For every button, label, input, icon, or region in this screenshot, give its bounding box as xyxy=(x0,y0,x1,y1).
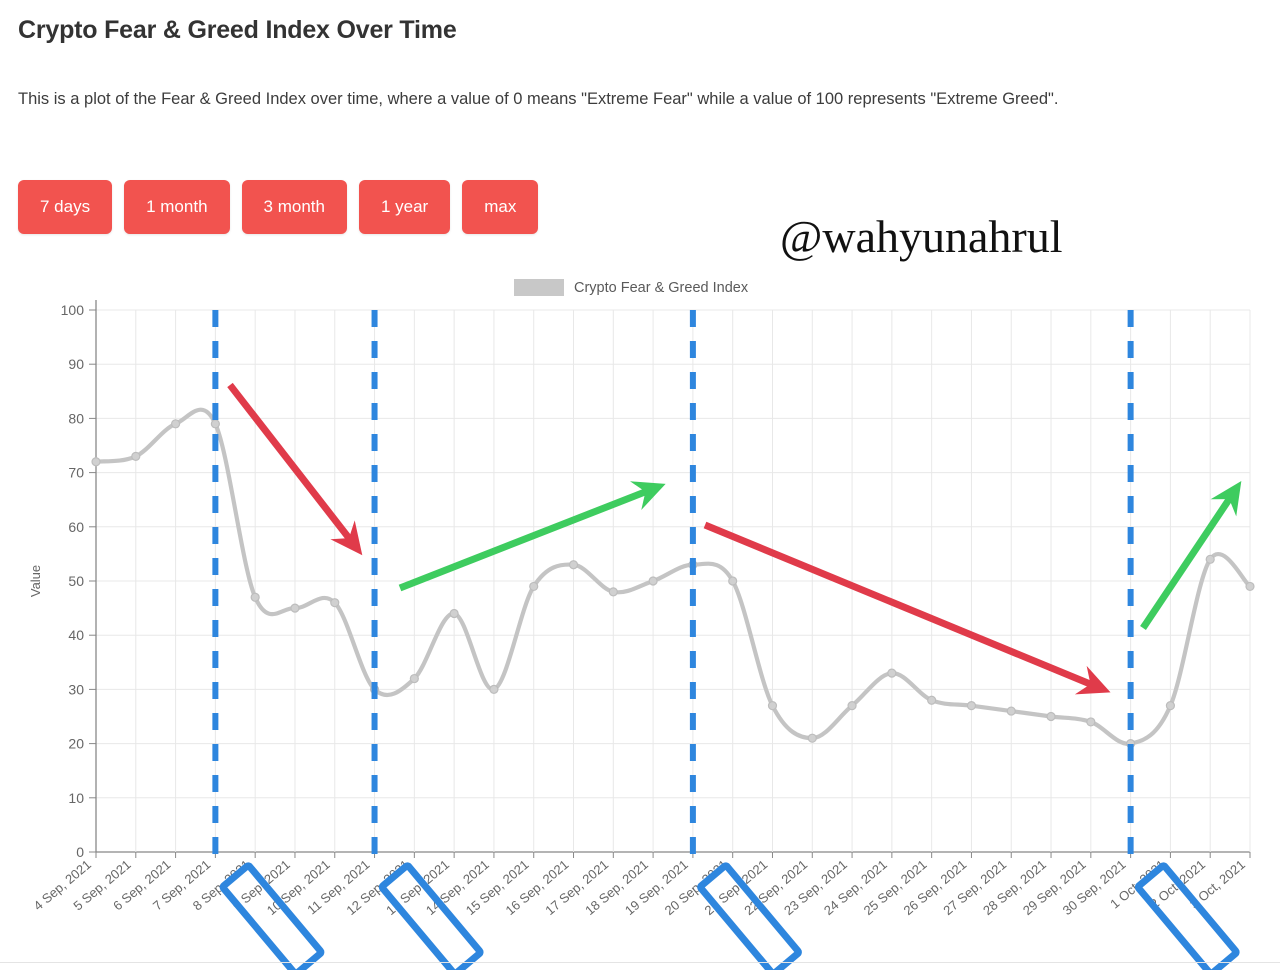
data-point[interactable] xyxy=(1086,717,1096,727)
data-point[interactable] xyxy=(927,695,937,705)
data-point[interactable] xyxy=(529,581,539,592)
page-title: Crypto Fear & Greed Index Over Time xyxy=(18,16,457,44)
y-axis-title: Value xyxy=(28,565,43,597)
data-point[interactable] xyxy=(728,576,738,586)
y-axis-tick-label: 60 xyxy=(68,519,84,535)
data-point[interactable] xyxy=(449,608,459,619)
trend-arrow-up-1 xyxy=(398,481,666,592)
trend-arrow-down-2 xyxy=(703,521,1111,695)
watermark-text: @wahyunahrul xyxy=(780,211,1063,262)
data-point[interactable] xyxy=(250,592,260,602)
data-point[interactable] xyxy=(887,668,897,678)
data-point[interactable] xyxy=(1046,711,1056,722)
y-axis-tick-label: 40 xyxy=(68,627,84,643)
data-point[interactable] xyxy=(1006,706,1016,716)
range-button-3-month[interactable]: 3 month xyxy=(241,180,347,234)
data-point[interactable] xyxy=(648,576,658,586)
data-point[interactable] xyxy=(1245,581,1255,592)
chart-area: 0 10 20 30 40 50 60 70 80 90 100 4 Sep, 2021 5 Sep, … xyxy=(0,290,1280,970)
page-description: This is a plot of the Fear & Greed Index… xyxy=(18,90,1059,108)
range-button-1-month[interactable]: 1 month xyxy=(124,180,230,234)
data-point[interactable] xyxy=(330,598,340,608)
series-line[interactable] xyxy=(93,407,1253,746)
range-button-group: 7 days 1 month 3 month 1 year max xyxy=(18,180,539,234)
data-point[interactable] xyxy=(409,673,419,684)
trend-arrow-up-2 xyxy=(1140,481,1242,630)
data-point[interactable] xyxy=(608,587,618,597)
data-point[interactable] xyxy=(290,603,300,613)
y-axis-tick-label: 80 xyxy=(68,410,84,426)
data-point[interactable] xyxy=(568,560,579,570)
range-button-7-days[interactable]: 7 days xyxy=(18,180,113,234)
data-point[interactable] xyxy=(767,701,778,711)
y-axis-tick-label: 10 xyxy=(68,790,84,806)
y-axis-tick-label: 100 xyxy=(61,302,85,318)
data-point[interactable] xyxy=(91,457,101,467)
data-point[interactable] xyxy=(847,701,857,711)
page-root: Crypto Fear & Greed Index Over Time This… xyxy=(0,0,1280,970)
y-axis-tick-label: 30 xyxy=(68,681,84,697)
line-chart[interactable]: 01020304050607080901004 Sep, 20215 Sep, … xyxy=(0,290,1280,970)
data-point[interactable] xyxy=(210,419,220,429)
data-point[interactable] xyxy=(1205,554,1215,564)
range-button-max[interactable]: max xyxy=(462,180,539,234)
svg-text:Value: Value xyxy=(28,565,43,597)
y-axis-tick-label: 90 xyxy=(68,356,84,372)
data-point[interactable] xyxy=(807,733,817,743)
range-button-1-year[interactable]: 1 year xyxy=(358,180,451,234)
y-axis-tick-label: 50 xyxy=(68,573,84,589)
data-point[interactable] xyxy=(170,419,181,429)
trend-arrow-down-1 xyxy=(227,382,363,556)
bottom-divider xyxy=(0,962,1280,963)
data-point[interactable] xyxy=(489,684,499,694)
data-point[interactable] xyxy=(1165,701,1176,711)
y-axis-tick-label: 20 xyxy=(68,736,84,752)
data-point[interactable] xyxy=(966,701,977,711)
data-point[interactable] xyxy=(131,451,141,461)
y-axis-tick-label: 70 xyxy=(68,465,84,481)
